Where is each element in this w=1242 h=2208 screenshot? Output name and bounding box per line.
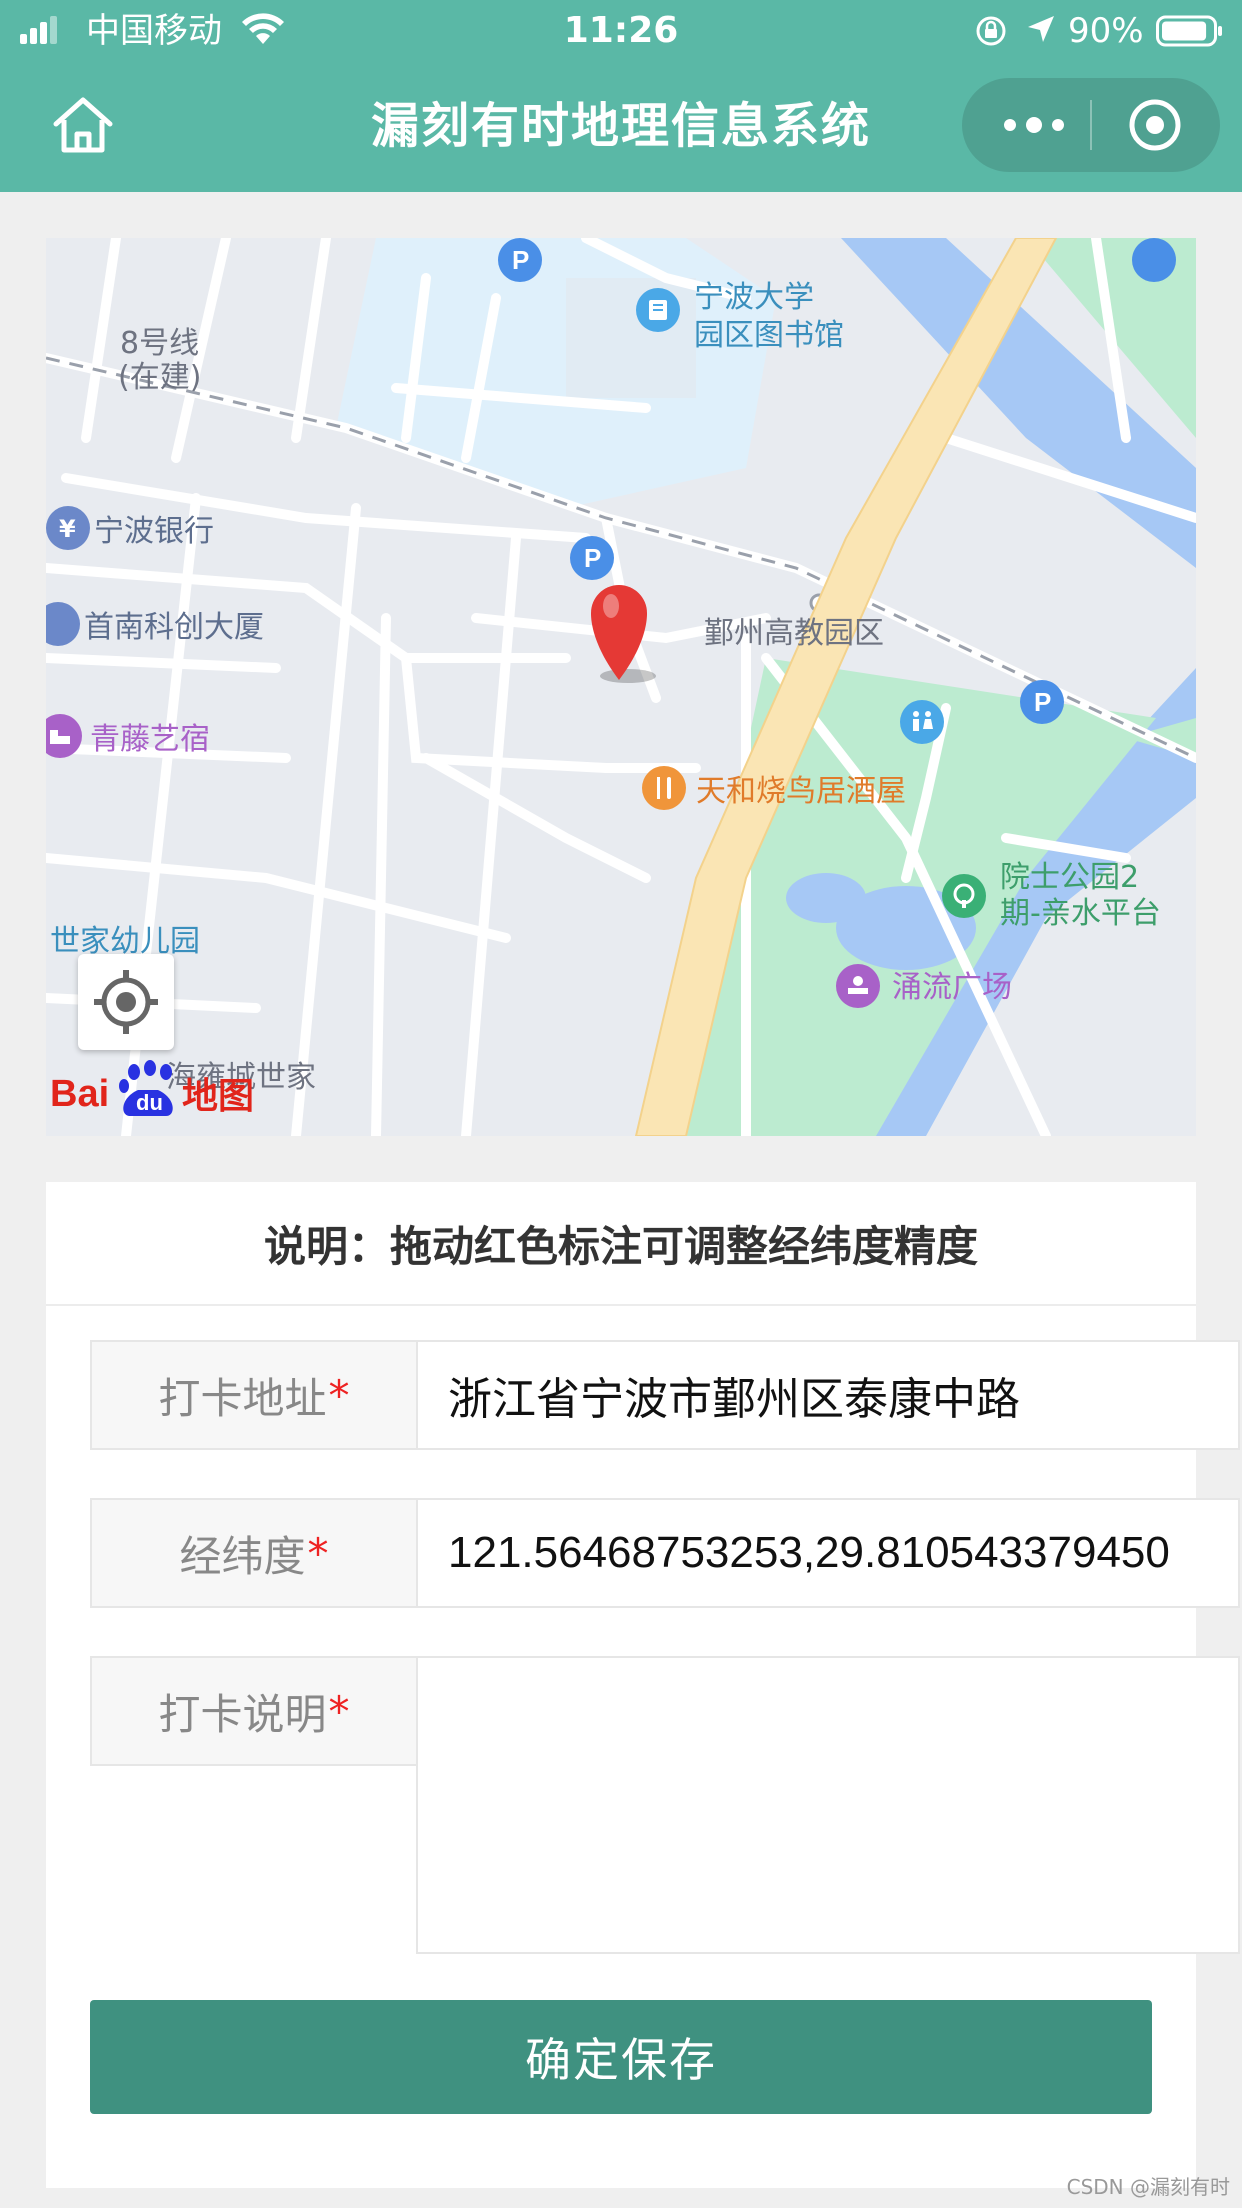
mini-program-capsule — [962, 78, 1220, 172]
restroom-icon[interactable] — [900, 700, 944, 744]
svg-text:P: P — [1034, 687, 1051, 717]
note-label-text: 打卡说明 — [158, 1689, 327, 1739]
locate-me-button[interactable] — [78, 954, 174, 1050]
save-button[interactable]: 确定保存 — [90, 2000, 1152, 2114]
battery-icon — [1156, 15, 1222, 47]
crosshair-icon — [94, 970, 158, 1034]
more-options-icon[interactable] — [998, 108, 1070, 142]
watermark: CSDN @漏刻有时 — [1066, 2175, 1230, 2199]
attraction-icon[interactable] — [1132, 238, 1176, 282]
svg-text:Bai: Bai — [50, 1073, 109, 1115]
capsule-divider — [1090, 100, 1092, 150]
close-mini-program-icon[interactable] — [1128, 98, 1182, 152]
map-label-restaurant: 天和烧鸟居酒屋 — [696, 774, 906, 809]
coordinates-label: 经纬度 * — [90, 1498, 418, 1608]
note-textarea[interactable] — [416, 1656, 1240, 1954]
svg-text:du: du — [136, 1090, 163, 1115]
map-label-building: 首南科创大厦 — [84, 610, 264, 645]
svg-text:P: P — [584, 543, 601, 573]
map-label-library-2: 园区图书馆 — [694, 318, 844, 353]
map-label-park-2: 期-亲水平台 — [1000, 896, 1161, 931]
map-label-square: 涌流广场 — [892, 970, 1012, 1005]
map-view[interactable]: P ¥ P P 8号线 (在建) 宁波大学 园区图书馆 宁波银行 首南科创大厦 … — [46, 238, 1196, 1136]
map-label-library-1: 宁波大学 — [694, 280, 814, 315]
checkin-form: 说明：拖动红色标注可调整经纬度精度 打卡地址 * 浙江省宁波市鄞州区泰康中路 经纬… — [46, 1182, 1240, 2188]
library-icon[interactable] — [636, 288, 680, 332]
baidu-map-logo: Bai du 地图 — [50, 1060, 254, 1117]
map-label-line8: 8号线 — [120, 326, 200, 361]
location-arrow-icon — [1028, 16, 1054, 42]
hotel-icon[interactable] — [46, 714, 82, 758]
bank-icon[interactable]: ¥ — [46, 506, 90, 550]
square-icon[interactable] — [836, 964, 880, 1008]
svg-text:¥: ¥ — [59, 515, 76, 543]
required-mark: * — [328, 1370, 350, 1420]
map-label-bank: 宁波银行 — [94, 514, 214, 549]
status-bar: 中国移动 11:26 90% — [0, 0, 1242, 62]
form-notice: 说明：拖动红色标注可调整经纬度精度 — [46, 1182, 1196, 1306]
address-label: 打卡地址 * — [90, 1340, 418, 1450]
address-input[interactable]: 浙江省宁波市鄞州区泰康中路 — [416, 1340, 1240, 1450]
map-label-line8-sub: (在建) — [118, 360, 202, 395]
park-icon[interactable] — [942, 874, 986, 918]
battery-percent: 90% — [1068, 11, 1144, 51]
navigation-bar: 漏刻有时地理信息系统 — [0, 62, 1242, 192]
orientation-lock-icon — [976, 16, 1006, 46]
svg-text:地图: 地图 — [182, 1076, 254, 1117]
address-label-text: 打卡地址 — [158, 1373, 327, 1423]
coordinates-input[interactable]: 121.56468753253,29.810543379450 — [416, 1498, 1240, 1608]
map-label-campus: 鄞州高教园区 — [704, 616, 884, 651]
restaurant-icon[interactable] — [642, 766, 686, 810]
svg-text:P: P — [512, 245, 529, 275]
parking-icon-3[interactable]: P — [1020, 680, 1064, 724]
map-label-park-1: 院士公园2 — [1000, 860, 1140, 895]
required-mark: * — [307, 1528, 329, 1578]
required-mark: * — [328, 1686, 350, 1736]
note-label: 打卡说明 * — [90, 1656, 418, 1766]
coordinates-label-text: 经纬度 — [179, 1531, 306, 1581]
parking-icon-2[interactable]: P — [570, 536, 614, 580]
map-label-hotel: 青藤艺宿 — [90, 722, 210, 757]
parking-icon[interactable]: P — [498, 238, 542, 282]
